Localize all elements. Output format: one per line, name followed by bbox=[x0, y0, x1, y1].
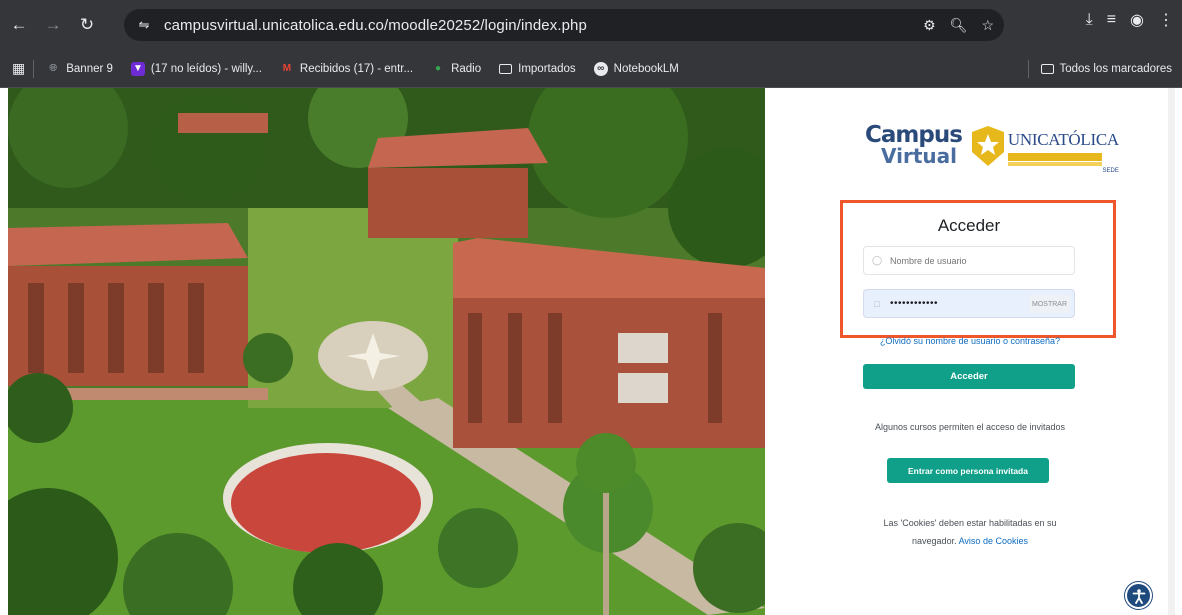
accessibility-icon bbox=[1132, 588, 1145, 604]
login-title: Acceder bbox=[937, 216, 1001, 235]
folder-icon bbox=[1040, 64, 1054, 74]
bookmark-radio[interactable]: ● Radio bbox=[431, 62, 481, 76]
zoom-icon[interactable]: 🔍︎ bbox=[950, 17, 968, 34]
guest-access-note: Algunos cursos permiten el acceso de inv… bbox=[874, 422, 1066, 432]
notebooklm-icon: ∞ bbox=[593, 61, 608, 76]
cookie-notice-link[interactable]: Aviso de Cookies bbox=[959, 536, 1028, 546]
unicatolica-wordmark: UNICATÓLICA SEDE bbox=[1007, 130, 1119, 174]
globe-icon: 🌐︎ bbox=[49, 63, 58, 74]
site-logo: Campus Virtual UNICATÓLICA SEDE bbox=[865, 122, 1119, 175]
user-icon: ◯ bbox=[871, 255, 883, 265]
password-key-icon[interactable]: ⚙ bbox=[923, 17, 936, 34]
lock-icon: □ bbox=[874, 298, 880, 309]
browser-toolbar: ← → ↻ ⇋ campusvirtual.unicatolica.edu.co… bbox=[0, 0, 1182, 50]
forward-button[interactable]: → bbox=[38, 10, 68, 40]
reading-list-icon[interactable]: ≡ bbox=[1107, 11, 1116, 29]
back-button[interactable]: ← bbox=[4, 10, 34, 40]
guest-login-button[interactable]: Entrar como persona invitada bbox=[887, 458, 1049, 483]
bookmark-mail[interactable]: ▼ (17 no leídos) - willy... bbox=[130, 61, 262, 76]
login-panel: Campus Virtual UNICATÓLICA SEDE Acceder … bbox=[765, 88, 1175, 615]
password-field[interactable]: □ MOSTRAR bbox=[863, 289, 1075, 318]
bookmark-notebooklm[interactable]: ∞ NotebookLM bbox=[593, 61, 679, 76]
bookmark-star-icon[interactable]: ☆ bbox=[981, 17, 994, 34]
bookmark-banner[interactable]: 🌐︎ Banner 9 bbox=[46, 62, 113, 76]
menu-icon[interactable]: ⋮ bbox=[1158, 10, 1174, 30]
bookmark-gmail[interactable]: M Recibidos (17) - entr... bbox=[280, 62, 413, 76]
reveal-password-button[interactable]: MOSTRAR bbox=[1029, 295, 1070, 313]
scrollbar[interactable] bbox=[1168, 88, 1175, 615]
unicatolica-seal-icon bbox=[971, 126, 1004, 171]
logo-bar bbox=[1007, 162, 1102, 166]
page-content: Campus Virtual UNICATÓLICA SEDE Acceder … bbox=[0, 88, 1182, 615]
login-button[interactable]: Acceder bbox=[863, 364, 1075, 389]
mail-icon: ▼ bbox=[130, 61, 145, 76]
divider bbox=[33, 59, 35, 78]
folder-icon bbox=[499, 63, 513, 74]
username-field[interactable]: ◯ bbox=[863, 246, 1075, 275]
password-input[interactable] bbox=[890, 298, 1040, 309]
bookmarks-bar: ▦ 🌐︎ Banner 9 ▼ (17 no leídos) - willy..… bbox=[0, 50, 1182, 88]
logo-bar bbox=[1007, 153, 1102, 161]
url-text: campusvirtual.unicatolica.edu.co/moodle2… bbox=[164, 16, 587, 34]
forgot-password-link[interactable]: ¿Olvidó su nombre de usuario o contraseñ… bbox=[863, 336, 1077, 346]
apps-icon[interactable]: ▦ bbox=[12, 60, 25, 77]
all-bookmarks[interactable]: Todos los marcadores bbox=[1040, 63, 1172, 75]
cookie-notice: Las 'Cookies' deben estar habilitadas en… bbox=[883, 518, 1057, 546]
bookmark-importados[interactable]: Importados bbox=[499, 63, 576, 75]
username-input[interactable] bbox=[890, 255, 1040, 266]
campus-aerial-photo bbox=[8, 88, 765, 615]
divider bbox=[1027, 60, 1029, 78]
address-bar[interactable]: ⇋ campusvirtual.unicatolica.edu.co/moodl… bbox=[124, 9, 1004, 41]
campus-virtual-logo: Campus Virtual bbox=[865, 122, 963, 168]
dot-icon: ● bbox=[435, 63, 442, 74]
reload-button[interactable]: ↻ bbox=[72, 10, 102, 40]
gmail-icon: M bbox=[282, 63, 292, 74]
accessibility-button[interactable] bbox=[1125, 582, 1152, 609]
site-info-icon[interactable]: ⇋ bbox=[134, 15, 154, 35]
download-icon[interactable]: ⤓ bbox=[1086, 11, 1093, 29]
profile-icon[interactable]: ◉ bbox=[1130, 10, 1144, 30]
